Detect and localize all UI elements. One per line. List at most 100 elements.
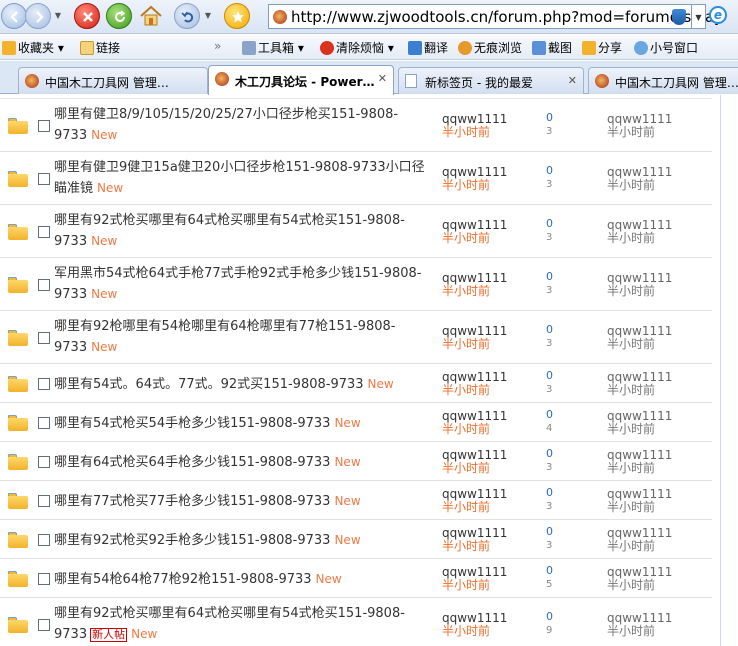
reply-count[interactable]: 0 bbox=[546, 217, 553, 231]
author-name[interactable]: qqww1111 bbox=[442, 112, 507, 126]
author-name[interactable]: qqww1111 bbox=[442, 448, 507, 462]
last-post-time[interactable]: 半小时前 bbox=[607, 126, 672, 139]
favorite-star-icon[interactable] bbox=[224, 3, 250, 29]
tab-3[interactable]: 新标签页 - 我的最爱 ✕ bbox=[398, 67, 584, 94]
thread-row[interactable]: 哪里有健卫8/9/105/15/20/25/27小口径步枪买151-9808-9… bbox=[0, 99, 712, 152]
last-author[interactable]: qqww1111 bbox=[607, 565, 672, 579]
last-author[interactable]: qqww1111 bbox=[607, 487, 672, 501]
thread-title[interactable]: 哪里有64式枪买64手枪多少钱151-9808-9733 New bbox=[54, 452, 434, 473]
thread-checkbox[interactable] bbox=[38, 573, 50, 585]
last-post-time[interactable]: 半小时前 bbox=[607, 540, 672, 553]
close-icon[interactable]: ✕ bbox=[568, 74, 577, 87]
last-post-time[interactable]: 半小时前 bbox=[607, 285, 672, 298]
thread-row[interactable]: 哪里有92式枪买哪里有64式枪买哪里有54式枪买151-9808-9733 New… bbox=[0, 205, 712, 258]
thread-checkbox[interactable] bbox=[38, 173, 50, 185]
thread-checkbox[interactable] bbox=[38, 378, 50, 390]
thread-title[interactable]: 哪里有健卫8/9/105/15/20/25/27小口径步枪买151-9808-9… bbox=[54, 105, 434, 146]
reply-count[interactable]: 0 bbox=[546, 323, 553, 337]
refresh-icon[interactable] bbox=[106, 3, 132, 29]
tab-2[interactable]: 木工刀具论坛 - Power… ✕ bbox=[208, 65, 394, 95]
forward-icon[interactable] bbox=[25, 3, 51, 29]
thread-checkbox[interactable] bbox=[38, 279, 50, 291]
close-icon[interactable]: ✕ bbox=[378, 72, 387, 85]
last-post-time[interactable]: 半小时前 bbox=[607, 423, 672, 436]
thread-title[interactable]: 哪里有77式枪买77手枪多少钱151-9808-9733 New bbox=[54, 491, 434, 512]
reply-count[interactable]: 0 bbox=[546, 111, 553, 125]
ie-icon[interactable]: e bbox=[709, 6, 727, 24]
reply-count[interactable]: 0 bbox=[546, 525, 553, 539]
address-url[interactable]: http://www.zjwoodtools.cn/forum.php?mod=… bbox=[291, 8, 723, 26]
last-post-time[interactable]: 半小时前 bbox=[607, 579, 672, 592]
last-post-time[interactable]: 半小时前 bbox=[607, 501, 672, 514]
last-post-time[interactable]: 半小时前 bbox=[607, 338, 672, 351]
reply-count[interactable]: 0 bbox=[546, 408, 553, 422]
tab-1[interactable]: 中国木工刀具网 管理… bbox=[18, 67, 208, 94]
thread-checkbox[interactable] bbox=[38, 332, 50, 344]
address-bar[interactable]: http://www.zjwoodtools.cn/forum.php?mod=… bbox=[268, 4, 723, 29]
reply-count[interactable]: 0 bbox=[546, 270, 553, 284]
last-author[interactable]: qqww1111 bbox=[607, 448, 672, 462]
thread-title[interactable]: 哪里有54式。64式。77式。92式买151-9808-9733 New bbox=[54, 374, 434, 395]
address-dropdown[interactable]: ▼ bbox=[692, 4, 706, 29]
mini-window-button[interactable]: 小号窗口 bbox=[634, 39, 698, 56]
security-shield-icon[interactable] bbox=[672, 9, 686, 25]
author-name[interactable]: qqww1111 bbox=[442, 324, 507, 338]
clear-menu[interactable]: 清除烦恼 ▾ bbox=[320, 39, 394, 56]
author-name[interactable]: qqww1111 bbox=[442, 487, 507, 501]
overflow-chevron-icon[interactable]: » bbox=[214, 39, 221, 53]
home-icon[interactable] bbox=[138, 3, 164, 29]
last-author[interactable]: qqww1111 bbox=[607, 165, 672, 179]
reply-count[interactable]: 0 bbox=[546, 486, 553, 500]
translate-button[interactable]: 翻译 bbox=[408, 39, 448, 56]
last-author[interactable]: qqww1111 bbox=[607, 271, 672, 285]
author-name[interactable]: qqww1111 bbox=[442, 526, 507, 540]
reply-count[interactable]: 0 bbox=[546, 164, 553, 178]
tools-menu[interactable]: 工具箱 ▾ bbox=[242, 39, 304, 56]
author-name[interactable]: qqww1111 bbox=[442, 370, 507, 384]
thread-checkbox[interactable] bbox=[38, 456, 50, 468]
last-author[interactable]: qqww1111 bbox=[607, 218, 672, 232]
thread-row[interactable]: 哪里有92式枪买哪里有64式枪买哪里有54式枪买151-9808-9733 新人帖… bbox=[0, 598, 712, 646]
author-name[interactable]: qqww1111 bbox=[442, 611, 507, 625]
reply-count[interactable]: 0 bbox=[546, 369, 553, 383]
back-icon[interactable] bbox=[1, 3, 27, 29]
last-author[interactable]: qqww1111 bbox=[607, 324, 672, 338]
thread-row[interactable]: 哪里有健卫9健卫15a健卫20小口径步枪151-9808-9733小口径瞄准镜 N… bbox=[0, 152, 712, 205]
undo-dropdown[interactable]: ▼ bbox=[202, 10, 214, 22]
undo-icon[interactable] bbox=[174, 3, 200, 29]
thread-title[interactable]: 哪里有92式枪买哪里有64式枪买哪里有54式枪买151-9808-9733 New bbox=[54, 211, 434, 252]
thread-title[interactable]: 哪里有92式枪买92手枪多少钱151-9808-9733 New bbox=[54, 530, 434, 551]
thread-title[interactable]: 哪里有健卫9健卫15a健卫20小口径步枪151-9808-9733小口径瞄准镜 N… bbox=[54, 158, 434, 199]
last-author[interactable]: qqww1111 bbox=[607, 112, 672, 126]
thread-checkbox[interactable] bbox=[38, 534, 50, 546]
author-name[interactable]: qqww1111 bbox=[442, 409, 507, 423]
thread-checkbox[interactable] bbox=[38, 226, 50, 238]
thread-row[interactable]: 哪里有54式。64式。77式。92式买151-9808-9733 New qqww1… bbox=[0, 364, 712, 403]
last-post-time[interactable]: 半小时前 bbox=[607, 462, 672, 475]
last-author[interactable]: qqww1111 bbox=[607, 526, 672, 540]
thread-row[interactable]: 哪里有54枪64枪77枪92枪151-9808-9733 New qqww1111 半… bbox=[0, 559, 712, 598]
thread-row[interactable]: 哪里有77式枪买77手枪多少钱151-9808-9733 New qqww1111 半… bbox=[0, 481, 712, 520]
thread-title[interactable]: 军用黑市54式枪64式手枪77式手枪92式手枪多少钱151-9808-9733 N… bbox=[54, 264, 434, 305]
author-name[interactable]: qqww1111 bbox=[442, 218, 507, 232]
thread-checkbox[interactable] bbox=[38, 495, 50, 507]
screenshot-button[interactable]: 截图 bbox=[532, 39, 572, 56]
last-post-time[interactable]: 半小时前 bbox=[607, 179, 672, 192]
thread-checkbox[interactable] bbox=[38, 417, 50, 429]
thread-title[interactable]: 哪里有54枪64枪77枪92枪151-9808-9733 New bbox=[54, 569, 434, 590]
last-post-time[interactable]: 半小时前 bbox=[607, 232, 672, 245]
author-name[interactable]: qqww1111 bbox=[442, 165, 507, 179]
last-post-time[interactable]: 半小时前 bbox=[607, 625, 672, 638]
last-author[interactable]: qqww1111 bbox=[607, 611, 672, 625]
reply-count[interactable]: 0 bbox=[546, 447, 553, 461]
thread-title[interactable]: 哪里有54式枪买54手枪多少钱151-9808-9733 New bbox=[54, 413, 434, 434]
favorites-menu[interactable]: 收藏夹 ▾ bbox=[2, 39, 64, 56]
thread-checkbox[interactable] bbox=[38, 120, 50, 132]
stop-icon[interactable] bbox=[74, 3, 100, 29]
thread-row[interactable]: 哪里有92式枪买92手枪多少钱151-9808-9733 New qqww1111 半… bbox=[0, 520, 712, 559]
links-menu[interactable]: 链接 bbox=[80, 39, 120, 56]
thread-row[interactable]: 军用黑市54式枪64式手枪77式手枪92式手枪多少钱151-9808-9733 N… bbox=[0, 258, 712, 311]
share-button[interactable]: 分享 bbox=[582, 39, 622, 56]
tab-4[interactable]: 中国木工刀具网 管理… bbox=[588, 67, 738, 94]
thread-title[interactable]: 哪里有92式枪买哪里有64式枪买哪里有54式枪买151-9808-9733 新人帖… bbox=[54, 604, 434, 645]
